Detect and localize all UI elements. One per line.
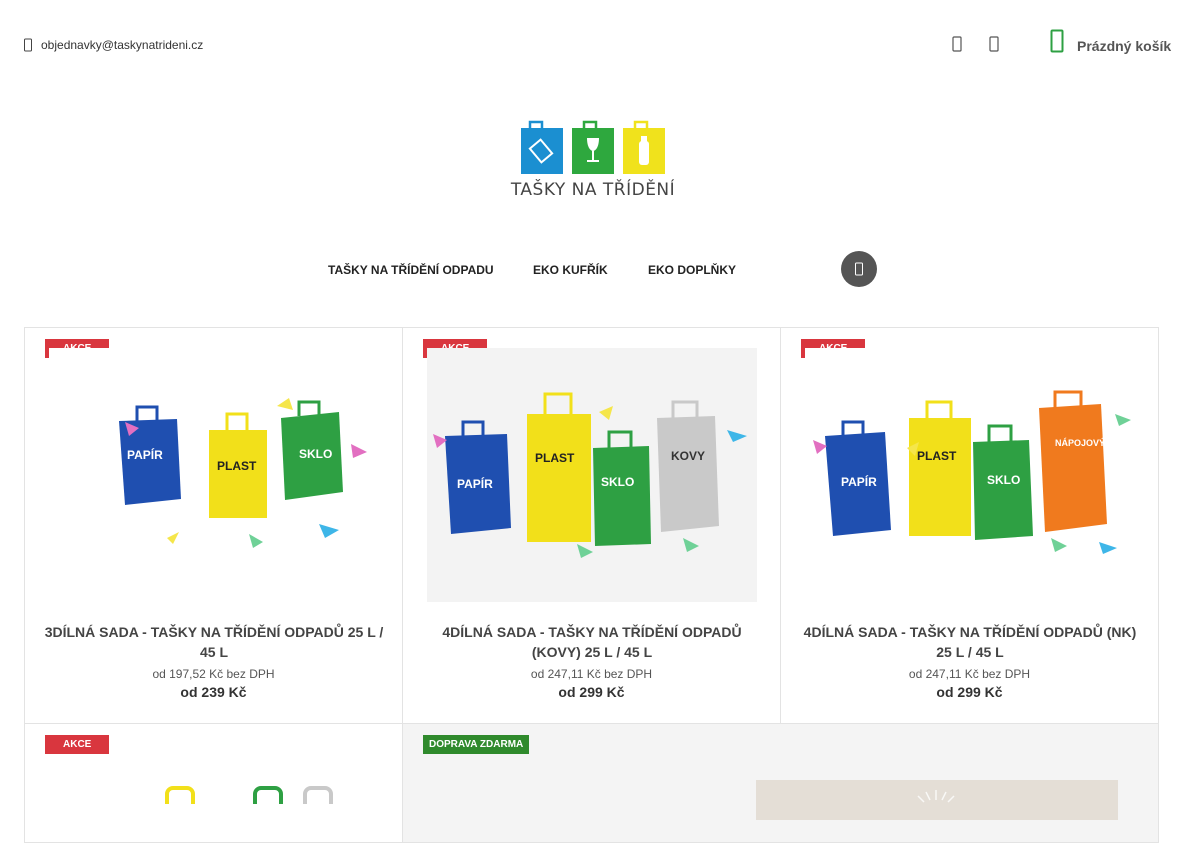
search-icon [855, 262, 863, 276]
bag-label: PAPÍR [457, 476, 493, 491]
product-name[interactable]: 3DÍLNÁ SADA - TAŠKY NA TŘÍDĚNÍ ODPADŮ 25… [41, 622, 387, 662]
bag-label: PAPÍR [841, 474, 877, 489]
promo-image [756, 780, 1118, 820]
heart-icon[interactable] [989, 36, 999, 52]
top-icons [952, 36, 999, 52]
bag-label: PAPÍR [127, 447, 163, 462]
logo-text: TAŠKY NA TŘÍDĚNÍ [510, 180, 676, 200]
product-name[interactable]: 4DÍLNÁ SADA - TAŠKY NA TŘÍDĚNÍ ODPADŮ (N… [797, 622, 1143, 662]
bag-label: PLAST [917, 449, 957, 463]
cart-button[interactable]: Prázdný košík [1050, 29, 1172, 54]
product-image: PAPÍR PLAST SKLO KOVY [427, 348, 757, 602]
product-card[interactable]: AKCE PAPÍR PLAST SKLO NÁPOJOVÝ KART [780, 327, 1159, 724]
nav-item-bags[interactable]: TAŠKY NA TŘÍDĚNÍ ODPADU [328, 263, 494, 277]
product-net-price: od 247,11 Kč bez DPH [530, 667, 653, 681]
product-card[interactable]: AKCE PAPÍR PLAST SKLO [24, 327, 403, 724]
sunburst-icon [917, 790, 955, 803]
bag-label: SKLO [299, 447, 332, 461]
nav-item-eco-accessories[interactable]: EKO DOPLŇKY [648, 263, 736, 277]
product-net-price: od 247,11 Kč bez DPH [908, 667, 1031, 681]
product-image [165, 786, 333, 804]
main-navigation: TAŠKY NA TŘÍDĚNÍ ODPADU EKO KUFŘÍK EKO D… [0, 250, 1200, 288]
bag-label: PLAST [535, 451, 575, 465]
logo-bags-icon [521, 120, 665, 174]
bag-label: SKLO [987, 473, 1020, 487]
bag-label: SKLO [601, 475, 634, 489]
user-icon[interactable] [952, 36, 962, 52]
email-text: objednavky@taskynatrideni.cz [41, 38, 204, 52]
bag-label: KOVY [671, 449, 705, 463]
free-shipping-badge: DOPRAVA ZDARMA [423, 735, 530, 754]
top-bar: objednavky@taskynatrideni.cz Prázdný koš… [0, 0, 1200, 90]
email-link[interactable]: objednavky@taskynatrideni.cz [24, 38, 203, 52]
product-name[interactable]: 4DÍLNÁ SADA - TAŠKY NA TŘÍDĚNÍ ODPADŮ (K… [419, 622, 765, 662]
product-grid: AKCE PAPÍR PLAST SKLO [24, 327, 1159, 843]
product-net-price: od 197,52 Kč bez DPH [152, 667, 275, 681]
cart-label: Prázdný košík [1077, 38, 1172, 54]
bag-label: NÁPOJOVÝ KARTON [1055, 437, 1135, 448]
mail-icon [24, 38, 32, 52]
site-logo[interactable]: TAŠKY NA TŘÍDĚNÍ [508, 120, 678, 202]
sale-badge: AKCE [45, 735, 110, 754]
cart-icon [1050, 29, 1064, 53]
product-price: od 239 Kč [180, 684, 247, 700]
product-card[interactable]: AKCE PAPÍR PLAST SKLO KOVY [402, 327, 781, 724]
product-image: PAPÍR PLAST SKLO NÁPOJOVÝ KARTON [805, 348, 1135, 602]
product-image: PAPÍR PLAST SKLO [49, 348, 379, 602]
search-button[interactable] [841, 251, 877, 287]
product-price: od 299 Kč [558, 684, 625, 700]
nav-item-eco-case[interactable]: EKO KUFŘÍK [533, 263, 608, 277]
bag-label: PLAST [217, 459, 257, 473]
promo-card[interactable]: DOPRAVA ZDARMA [402, 723, 1159, 843]
product-price: od 299 Kč [936, 684, 1003, 700]
product-card[interactable]: AKCE [24, 723, 403, 843]
